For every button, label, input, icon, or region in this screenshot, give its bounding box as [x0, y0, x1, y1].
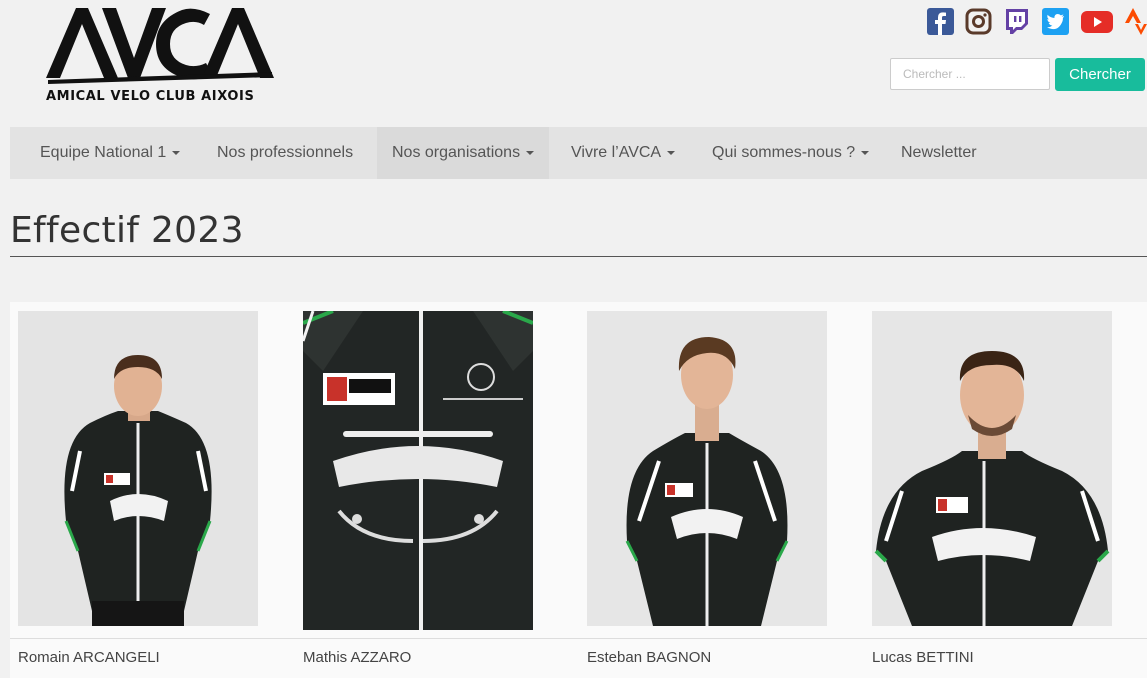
- nav-item-label: Nos professionnels: [217, 144, 354, 161]
- instagram-icon[interactable]: [965, 8, 992, 35]
- nav-item-newsletter[interactable]: Newsletter: [901, 127, 977, 179]
- rider-grid: [10, 302, 1147, 678]
- nav-item-qui-sommes-nous[interactable]: Qui sommes-nous ?: [712, 127, 870, 179]
- nav-item-vivre-avca[interactable]: Vivre l’AVCA: [571, 127, 676, 179]
- nav-item-equipe-national-1[interactable]: Equipe National 1: [10, 127, 210, 179]
- search-input[interactable]: [890, 58, 1050, 90]
- youtube-icon[interactable]: [1080, 8, 1114, 35]
- rider-name[interactable]: Romain ARCANGELI: [18, 649, 160, 666]
- social-links: [927, 8, 1147, 36]
- title-divider: [10, 256, 1147, 257]
- twitch-icon[interactable]: [1003, 8, 1030, 35]
- caret-down-icon: [172, 150, 181, 155]
- nav-item-label: Newsletter: [901, 144, 977, 161]
- avca-logo-mark: [46, 8, 274, 84]
- rider-card[interactable]: [864, 302, 1124, 678]
- nav-item-label: Nos organisations: [392, 144, 521, 161]
- rider-card[interactable]: [10, 302, 270, 678]
- strava-icon[interactable]: [1124, 8, 1147, 35]
- rider-name[interactable]: Mathis AZZARO: [303, 649, 411, 666]
- logo-subtitle: AMICAL VELO CLUB AIXOIS: [46, 89, 255, 104]
- rider-card[interactable]: [579, 302, 839, 678]
- caret-down-icon: [861, 150, 870, 155]
- facebook-icon[interactable]: [927, 8, 954, 35]
- twitter-icon[interactable]: [1042, 8, 1069, 35]
- nav-item-label: Vivre l’AVCA: [571, 144, 662, 161]
- row-divider: [10, 638, 1147, 639]
- nav-item-nos-organisations[interactable]: Nos organisations: [377, 127, 550, 179]
- rider-photo[interactable]: [18, 311, 258, 626]
- rider-name[interactable]: Esteban BAGNON: [587, 649, 711, 666]
- search-button[interactable]: Chercher: [1055, 58, 1145, 91]
- caret-down-icon: [667, 150, 676, 155]
- nav-item-nos-professionnels[interactable]: Nos professionnels: [217, 127, 353, 179]
- caret-down-icon: [526, 150, 535, 155]
- rider-name[interactable]: Lucas BETTINI: [872, 649, 974, 666]
- page-title: Effectif 2023: [10, 210, 244, 251]
- nav-item-label: Equipe National 1: [40, 144, 167, 161]
- rider-card[interactable]: [295, 302, 555, 678]
- nav-item-label: Qui sommes-nous ?: [712, 144, 856, 161]
- main-navigation: Equipe National 1 Nos professionnels Nos…: [10, 127, 1147, 179]
- site-logo[interactable]: AMICAL VELO CLUB AIXOIS: [44, 6, 276, 106]
- rider-photo[interactable]: [587, 311, 827, 626]
- rider-photo[interactable]: [303, 311, 533, 630]
- rider-photo[interactable]: [872, 311, 1112, 626]
